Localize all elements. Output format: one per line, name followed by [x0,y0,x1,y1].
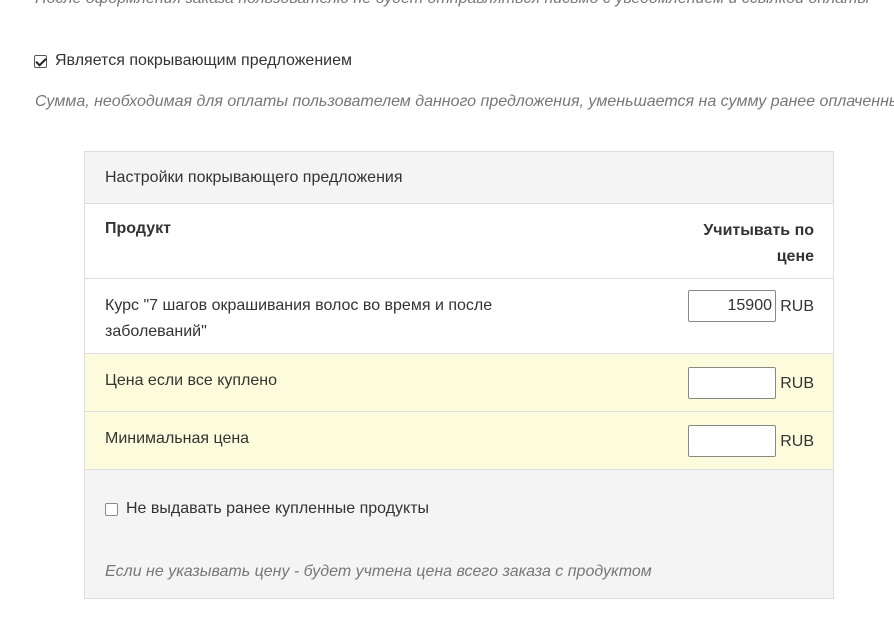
currency-label: RUB [780,298,814,315]
no-give-label: Не выдавать ранее купленные продукты [126,500,430,517]
table-row: Цена если все куплено RUB [85,354,833,412]
course-price-input[interactable] [688,290,776,322]
no-give-option: Не выдавать ранее купленные продукты [105,500,429,518]
cover-offer-settings-panel: Настройки покрывающего предложения Проду… [84,151,834,599]
notification-note: После оформления заказа пользователю не … [35,0,894,9]
table-row: Минимальная цена RUB [85,412,833,470]
currency-label: RUB [780,375,814,392]
price-hint-note: Если не указывать цену - будет учтена це… [105,563,652,580]
panel-title: Настройки покрывающего предложения [85,152,833,204]
sum-reduction-note: Сумма, необходимая для оплаты пользовате… [35,93,894,110]
minimum-price-input[interactable] [688,425,776,457]
price-column-header: Учитывать по цене [703,222,814,265]
all-bought-price-label: Цена если все куплено [105,372,278,389]
minimum-price-label: Минимальная цена [105,430,250,447]
all-bought-price-input[interactable] [688,367,776,399]
cover-offer-option: Является покрывающим предложением [34,52,352,70]
table-header-row: Продукт Учитывать по цене [85,204,833,279]
currency-label: RUB [780,433,814,450]
table-row: Курс "7 шагов окрашивания волос во время… [85,279,833,354]
course-product-label: Курс "7 шагов окрашивания волос во время… [105,297,493,340]
no-give-checkbox[interactable] [105,502,118,516]
cover-offer-label: Является покрывающим предложением [55,52,352,69]
product-column-header: Продукт [105,220,171,237]
cover-offer-checkbox[interactable] [34,54,47,68]
